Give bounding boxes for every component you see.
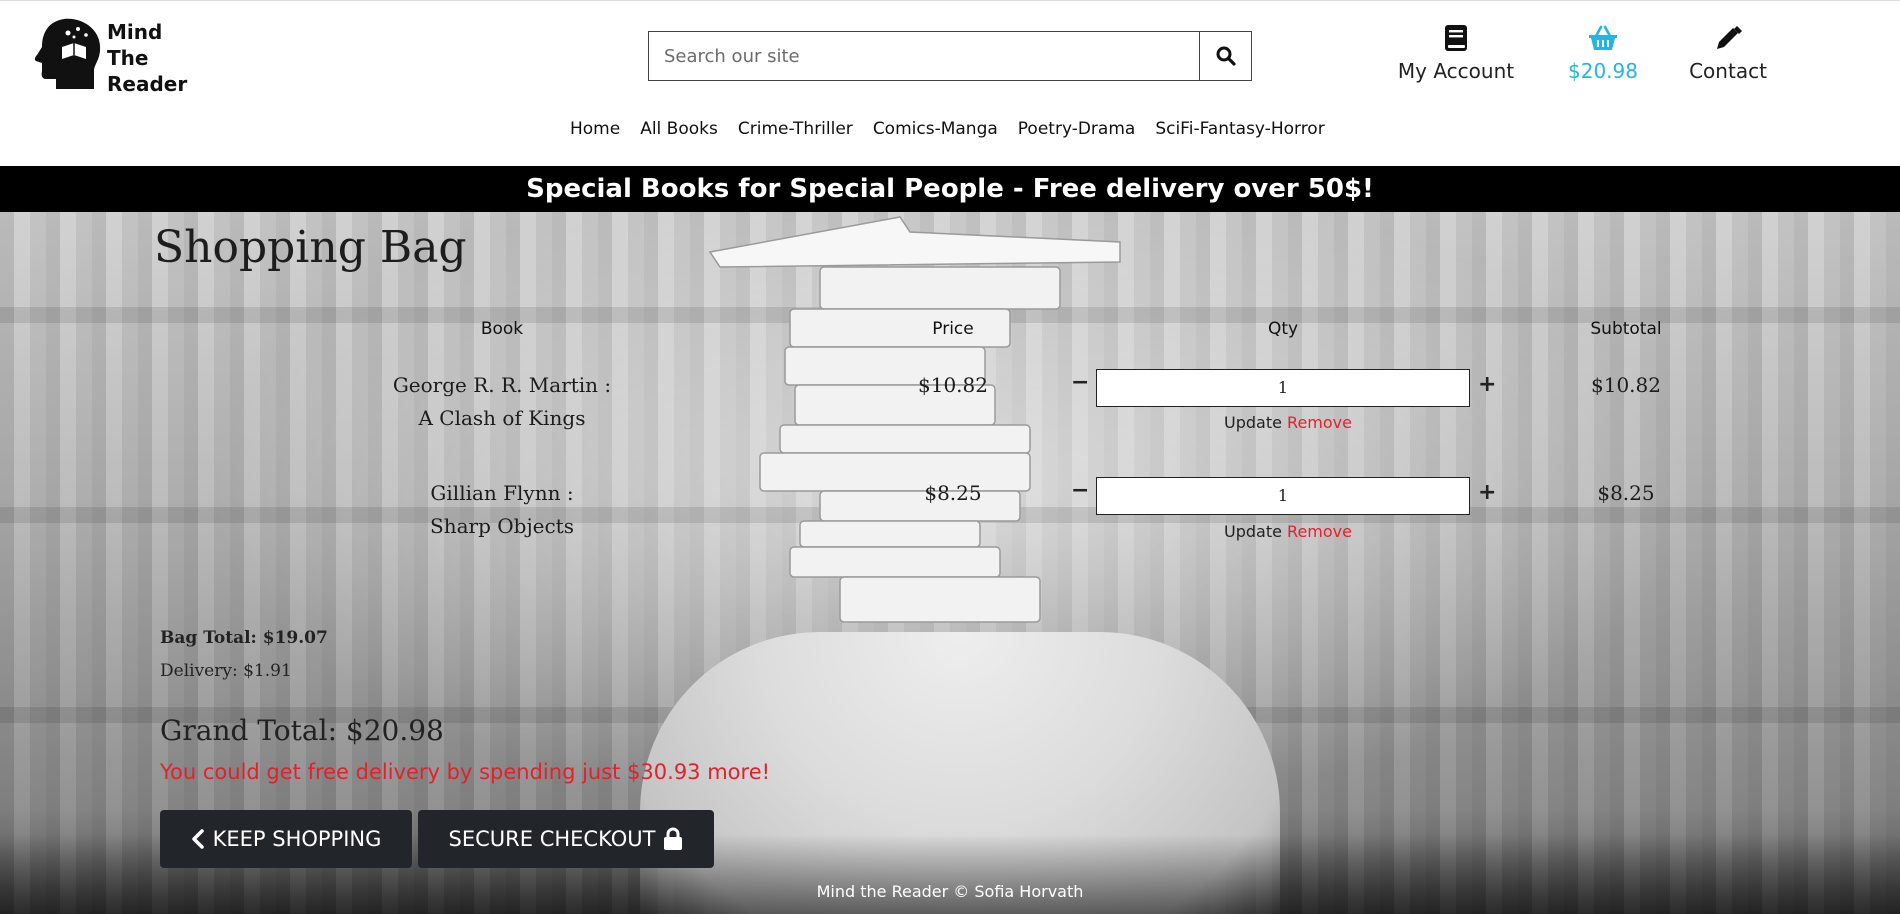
update-link[interactable]: Update [1224,522,1282,541]
book-stack-illustration [708,216,1121,623]
contact-label: Contact [1689,59,1767,83]
bag-item-book: Gillian Flynn : Sharp Objects [362,477,642,543]
logo-head-icon [34,18,101,90]
qty-decrement-button[interactable]: − [1071,370,1089,395]
footer-credit: Mind the Reader © Sofia Horvath [816,882,1084,901]
contact-link[interactable]: Contact [1688,21,1768,83]
nav-item-all-books[interactable]: All Books [640,119,718,139]
column-header-price: Price [932,319,974,339]
main-nav: Home All Books Crime-Thriller Comics-Man… [570,119,1325,139]
column-header-subtotal: Subtotal [1590,319,1662,339]
book-icon [1445,25,1467,51]
shopping-basket-icon [1589,25,1617,50]
lock-icon [664,827,683,850]
nav-item-comics-manga[interactable]: Comics-Manga [873,119,998,139]
bag-link[interactable]: $20.98 [1566,21,1640,83]
bag-item-price: $10.82 [918,373,988,397]
secure-checkout-label: SECURE CHECKOUT [448,827,656,851]
logo-line-1: Mind [107,20,163,44]
bag-item-title: Sharp Objects [430,514,574,538]
qty-input[interactable]: 1 [1096,477,1470,515]
search-button[interactable] [1199,32,1251,80]
background-image [0,212,1900,914]
qty-increment-button[interactable]: + [1478,480,1496,505]
search-icon [1216,46,1236,66]
bag-item-book: George R. R. Martin : A Clash of Kings [362,369,642,435]
qty-input[interactable]: 1 [1096,369,1470,407]
site-logo[interactable]: Mind The Reader [34,17,194,97]
bag-item-author: George R. R. Martin : [392,373,612,397]
column-header-qty: Qty [1267,319,1299,339]
search-bar [648,31,1252,81]
promo-banner: Special Books for Special People - Free … [0,166,1900,212]
column-header-book: Book [480,319,524,339]
keep-shopping-button[interactable]: KEEP SHOPPING [160,810,412,868]
page-title: Shopping Bag [154,222,467,273]
nav-item-home[interactable]: Home [570,119,620,139]
grand-total: Grand Total: $20.98 [160,714,444,747]
bag-item-author: Gillian Flynn : [430,481,574,505]
free-delivery-message: You could get free delivery by spending … [160,760,771,784]
chevron-left-icon [191,829,204,849]
pencil-icon [1717,26,1742,49]
nav-item-crime-thriller[interactable]: Crime-Thriller [738,119,853,139]
my-account-link[interactable]: My Account [1396,21,1516,83]
bag-item-title: A Clash of Kings [418,406,586,430]
remove-link[interactable]: Remove [1287,522,1352,541]
item-actions: Update Remove [1224,413,1352,432]
delivery-cost: Delivery: $1.91 [160,661,292,681]
bag-item-price: $8.25 [924,481,982,505]
bag-total: Bag Total: $19.07 [160,628,328,648]
bag-item-subtotal: $10.82 [1591,373,1661,397]
bag-total-label: $20.98 [1568,59,1638,83]
qty-increment-button[interactable]: + [1478,372,1496,397]
remove-link[interactable]: Remove [1287,413,1352,432]
logo-text: Mind The Reader [107,19,187,97]
nav-item-scifi-fantasy-horror[interactable]: SciFi-Fantasy-Horror [1155,119,1324,139]
logo-line-3: Reader [107,72,188,96]
nav-item-poetry-drama[interactable]: Poetry-Drama [1018,119,1136,139]
secure-checkout-button[interactable]: SECURE CHECKOUT [418,810,714,868]
keep-shopping-label: KEEP SHOPPING [212,827,382,851]
site-header: Mind The Reader My Account [0,0,1900,166]
update-link[interactable]: Update [1224,413,1282,432]
qty-decrement-button[interactable]: − [1071,478,1089,503]
bag-item-subtotal: $8.25 [1597,481,1655,505]
my-account-label: My Account [1397,59,1515,83]
item-actions: Update Remove [1224,522,1352,541]
search-input[interactable] [649,32,1199,80]
logo-line-2: The [107,46,149,70]
